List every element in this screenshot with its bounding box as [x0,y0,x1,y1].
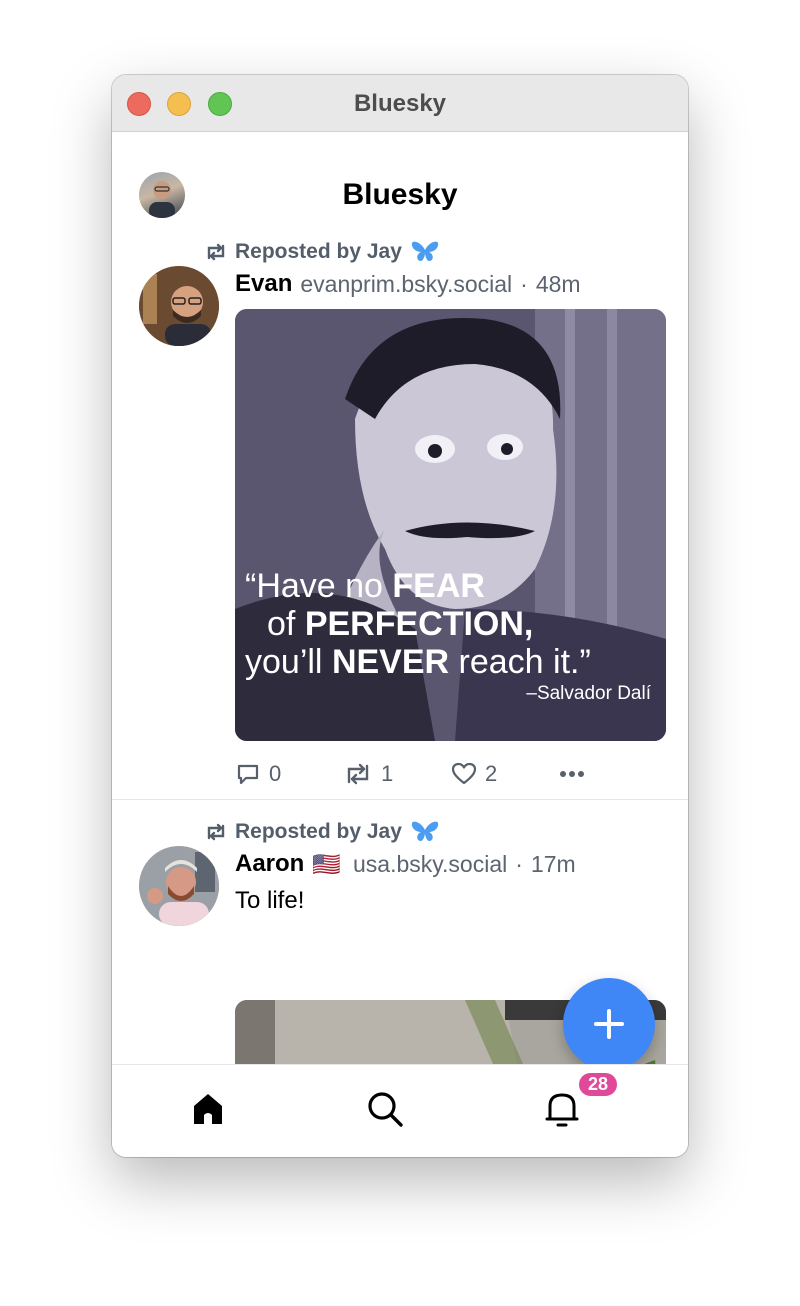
post-actions: 0 1 2 [235,757,675,791]
post-time[interactable]: 17m [531,851,576,878]
butterfly-icon [411,241,439,261]
tab-home[interactable] [178,1079,238,1139]
quote-word-never: NEVER [331,643,450,681]
repost-icon [207,243,225,261]
post-time[interactable]: 48m [536,271,581,298]
bottom-tab-bar: 28 [112,1064,688,1157]
repost-icon [207,823,225,841]
quote-line-2: of [267,605,305,643]
repost-indicator[interactable]: Reposted by Jay [204,237,447,267]
title-bar: Bluesky [112,75,688,132]
reply-icon [237,764,259,785]
notification-badge: 28 [577,1071,619,1098]
repost-button[interactable]: 1 [343,757,393,791]
quote-attribution: –Salvador Dalí [526,683,651,704]
meta-separator: · [520,270,528,297]
author-handle[interactable]: evanprim.bsky.social [300,271,512,298]
feed-area[interactable]: Bluesky Reposted by Jay Evan evanprim.bs… [112,132,688,1064]
quote-word-fear: FEAR [392,567,485,605]
quote-line-1: “Have no [245,567,393,605]
post-meta: Evan evanprim.bsky.social · 48m [235,267,581,301]
search-icon [368,1092,403,1127]
ellipsis-icon [560,771,584,777]
app-header: Bluesky [112,132,688,232]
like-button[interactable]: 2 [451,757,497,791]
meta-separator: · [515,850,523,877]
repost-text: Reposted by Jay [235,240,402,263]
post-meta: Aaron 🇺🇸 usa.bsky.social · 17m [235,847,576,881]
like-count: 2 [485,761,498,786]
butterfly-icon [411,821,439,841]
app-window: Bluesky Bluesky Reposted by Jay Evan eva… [112,75,688,1157]
author-name[interactable]: Evan [235,270,292,298]
post-text: To life! [235,887,305,914]
repost-indicator[interactable]: Reposted by Jay [204,817,447,847]
quote-line-3-end: reach it.” [449,643,591,681]
quote-word-perfection: PERFECTION, [304,605,534,643]
flag-emoji: 🇺🇸 [312,850,341,877]
plus-icon [594,1009,624,1039]
repost-text: Reposted by Jay [235,820,402,843]
compose-button[interactable] [563,978,655,1064]
feed-post[interactable]: Reposted by Jay Evan evanprim.bsky.socia… [112,237,688,800]
image-quote: “Have no FEAR of PERFECTION, you’ll NEVE… [245,567,665,705]
tab-search[interactable] [355,1079,415,1139]
window-title: Bluesky [353,90,447,117]
home-icon [194,1094,222,1124]
author-handle[interactable]: usa.bsky.social [353,851,507,878]
author-name[interactable]: Aaron [235,850,304,878]
more-options-button[interactable] [559,757,593,791]
quote-line-3: you’ll [245,643,332,681]
bell-icon [545,1093,579,1127]
heart-icon [451,762,477,785]
reply-count: 0 [269,761,282,786]
author-avatar[interactable] [139,266,219,346]
page-title: Bluesky [342,178,458,211]
post-image[interactable]: “Have no FEAR of PERFECTION, you’ll NEVE… [235,309,666,741]
repost-count: 1 [381,761,394,786]
reply-button[interactable]: 0 [235,757,281,791]
repost-icon [347,763,369,785]
author-avatar[interactable] [139,846,219,926]
